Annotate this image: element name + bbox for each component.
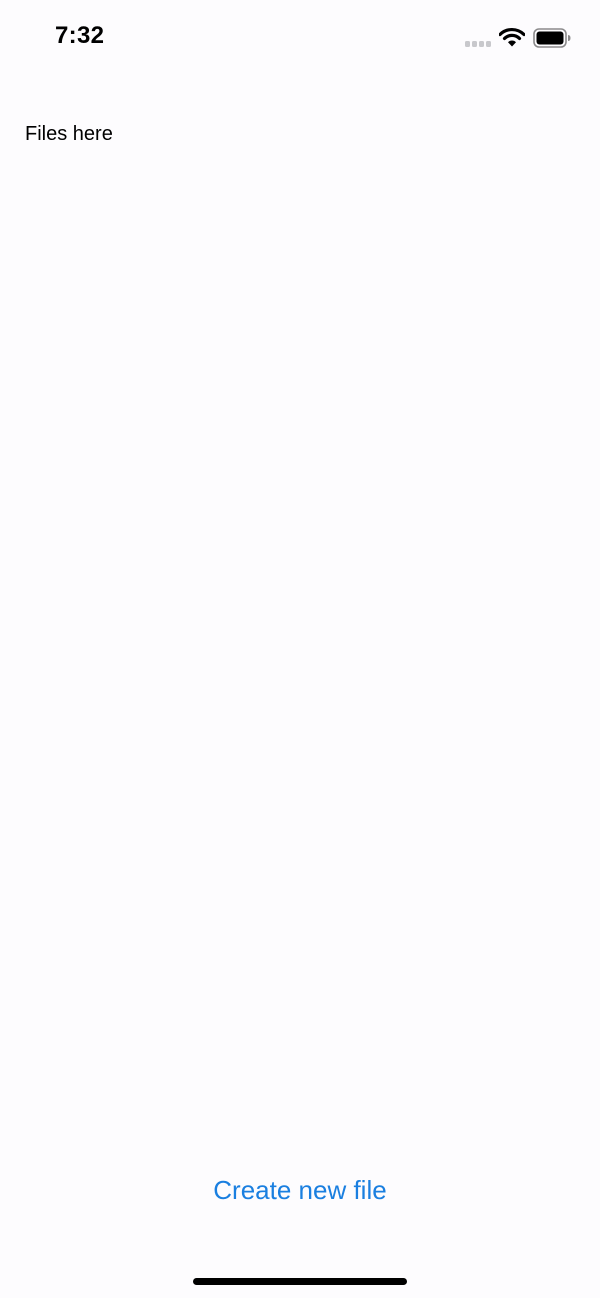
files-placeholder-text: Files here — [25, 123, 113, 145]
wifi-icon — [499, 27, 525, 47]
create-new-file-button[interactable]: Create new file — [0, 1175, 600, 1206]
status-time: 7:32 — [55, 22, 105, 49]
status-bar: 7:32 — [0, 0, 600, 76]
home-indicator[interactable] — [193, 1278, 407, 1285]
battery-icon — [533, 28, 571, 48]
cellular-signal-icon — [465, 41, 491, 47]
app-screen: 7:32 Files here Create new file — [0, 0, 600, 1298]
